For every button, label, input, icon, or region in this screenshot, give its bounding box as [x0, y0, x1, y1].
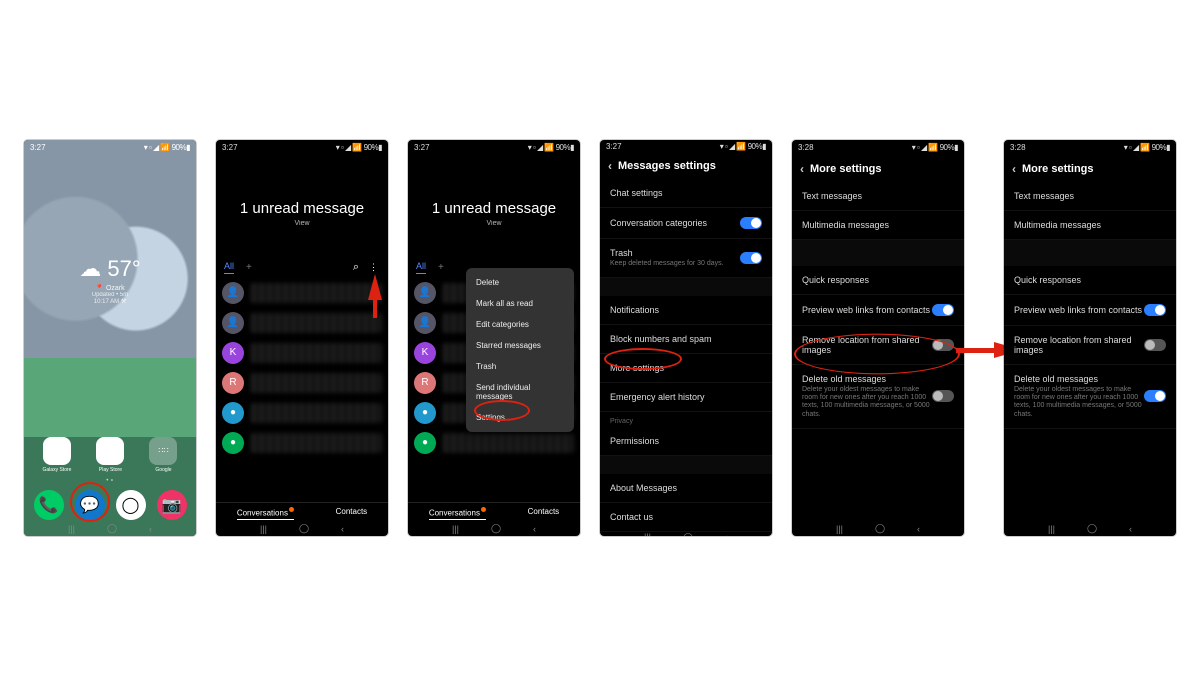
status-time: 3:27: [414, 143, 430, 152]
status-right: ▾ ▫ ◢ 📶 90%▮: [144, 143, 190, 152]
panel-messages-list: 3:27 ▾ ▫ ◢ 📶 90%▮ 1 unread message View A…: [216, 140, 388, 536]
temperature: ☁ 57°: [24, 256, 196, 282]
add-tab[interactable]: +: [246, 262, 252, 273]
weather-widget[interactable]: ☁ 57° 📍 Ozark Updated • 5m 10:17 AM ⚒: [24, 256, 196, 305]
app-play-store[interactable]: ▶Play Store: [96, 437, 124, 473]
list-item[interactable]: ●: [412, 428, 576, 458]
annotation-circle: [604, 348, 682, 370]
list-item[interactable]: 👤: [220, 278, 384, 308]
row-text-messages[interactable]: Text messages: [1004, 182, 1176, 211]
row-multimedia-messages[interactable]: Multimedia messages: [792, 211, 964, 240]
status-time: 3:27: [606, 142, 622, 151]
annotation-circle: [474, 400, 530, 421]
nav-back[interactable]: ‹: [149, 524, 152, 534]
row-notifications[interactable]: Notifications: [600, 296, 772, 325]
status-time: 3:28: [798, 143, 814, 152]
status-time: 3:27: [30, 143, 46, 152]
dock-messages[interactable]: 💬: [75, 490, 105, 520]
annotation-arrow-line: [956, 348, 996, 353]
menu-edit-cats[interactable]: Edit categories: [466, 314, 574, 335]
list-item[interactable]: 👤: [220, 308, 384, 338]
toggle-delete-old[interactable]: [932, 390, 954, 402]
annotation-arrow: [368, 274, 382, 300]
status-time: 3:28: [1010, 143, 1026, 152]
row-quick-responses[interactable]: Quick responses: [1004, 266, 1176, 295]
panel-more-settings-off: 3:28▾ ▫ ◢ 📶 90%▮ ‹ More settings Text me…: [792, 140, 964, 536]
menu-trash[interactable]: Trash: [466, 356, 574, 377]
toggle-remove-location[interactable]: [1144, 339, 1166, 351]
view-button[interactable]: View: [408, 220, 580, 227]
row-text-messages[interactable]: Text messages: [792, 182, 964, 211]
toggle-categories[interactable]: [740, 217, 762, 229]
status-right: ▾ ▫ ◢ 📶 90%▮: [336, 143, 382, 152]
tab-conversations[interactable]: Conversations: [237, 507, 294, 520]
panel-home: 3:27 ▾ ▫ ◢ 📶 90%▮ ☁ 57° 📍 Ozark Updated …: [24, 140, 196, 536]
row-remove-location[interactable]: Remove location from shared images: [1004, 326, 1176, 365]
view-button[interactable]: View: [216, 220, 388, 227]
tab-all[interactable]: All: [224, 261, 234, 274]
search-icon[interactable]: ⌕: [353, 261, 359, 274]
app-galaxy-store[interactable]: 🛍Galaxy Store: [43, 437, 72, 473]
panel-more-settings-on: 3:28▾ ▫ ◢ 📶 90%▮ ‹ More settings Text me…: [1004, 140, 1176, 536]
unread-title: 1 unread message: [408, 200, 580, 217]
list-item[interactable]: K: [220, 338, 384, 368]
add-tab[interactable]: +: [438, 262, 444, 273]
page-title: More settings: [810, 163, 882, 175]
unread-title: 1 unread message: [216, 200, 388, 217]
row-quick-responses[interactable]: Quick responses: [792, 266, 964, 295]
time-label: 10:17 AM ⚒: [24, 298, 196, 305]
row-multimedia-messages[interactable]: Multimedia messages: [1004, 211, 1176, 240]
more-icon[interactable]: ⋮: [367, 262, 380, 273]
back-icon[interactable]: ‹: [1012, 162, 1016, 176]
menu-delete[interactable]: Delete: [466, 272, 574, 293]
row-trash[interactable]: TrashKeep deleted messages for 30 days.: [600, 239, 772, 278]
app-google-folder[interactable]: ∷∷Google: [149, 437, 177, 473]
list-item[interactable]: ●: [220, 428, 384, 458]
tab-contacts[interactable]: Contacts: [336, 507, 368, 520]
status-time: 3:27: [222, 143, 238, 152]
list-item[interactable]: ●: [220, 398, 384, 428]
page-title: More settings: [1022, 163, 1094, 175]
back-icon[interactable]: ‹: [608, 159, 612, 173]
dock-camera[interactable]: 📷: [157, 490, 187, 520]
toggle-preview[interactable]: [1144, 304, 1166, 316]
row-about[interactable]: About Messages: [600, 474, 772, 503]
row-preview-links[interactable]: Preview web links from contacts: [792, 295, 964, 326]
toggle-delete-old[interactable]: [1144, 390, 1166, 402]
dock-chrome[interactable]: ◯: [116, 490, 146, 520]
row-conversation-categories[interactable]: Conversation categories: [600, 208, 772, 239]
section-privacy: Privacy: [600, 412, 772, 427]
row-preview-links[interactable]: Preview web links from contacts: [1004, 295, 1176, 326]
row-chat-settings[interactable]: Chat settings: [600, 179, 772, 208]
annotation-circle: [794, 333, 960, 374]
nav-recent[interactable]: |||: [68, 524, 75, 534]
row-delete-old[interactable]: Delete old messagesDelete your oldest me…: [1004, 365, 1176, 430]
location: 📍 Ozark: [24, 284, 196, 292]
list-item[interactable]: R: [220, 368, 384, 398]
row-permissions[interactable]: Permissions: [600, 427, 772, 456]
dock-phone[interactable]: 📞: [34, 490, 64, 520]
toggle-preview[interactable]: [932, 304, 954, 316]
row-contact-us[interactable]: Contact us: [600, 503, 772, 532]
toggle-trash[interactable]: [740, 252, 762, 264]
panel-messages-menu: 3:27▾ ▫ ◢ 📶 90%▮ 1 unread message View A…: [408, 140, 580, 536]
panel-messages-settings: 3:27▾ ▫ ◢ 📶 90%▮ ‹ Messages settings Cha…: [600, 140, 772, 536]
row-emergency-history[interactable]: Emergency alert history: [600, 383, 772, 412]
menu-mark-read[interactable]: Mark all as read: [466, 293, 574, 314]
tab-all[interactable]: All: [416, 261, 426, 274]
menu-starred[interactable]: Starred messages: [466, 335, 574, 356]
back-icon[interactable]: ‹: [800, 162, 804, 176]
tab-conversations[interactable]: Conversations: [429, 507, 486, 520]
tab-contacts[interactable]: Contacts: [528, 507, 560, 520]
nav-home[interactable]: ◯: [107, 523, 117, 534]
page-title: Messages settings: [618, 160, 716, 172]
